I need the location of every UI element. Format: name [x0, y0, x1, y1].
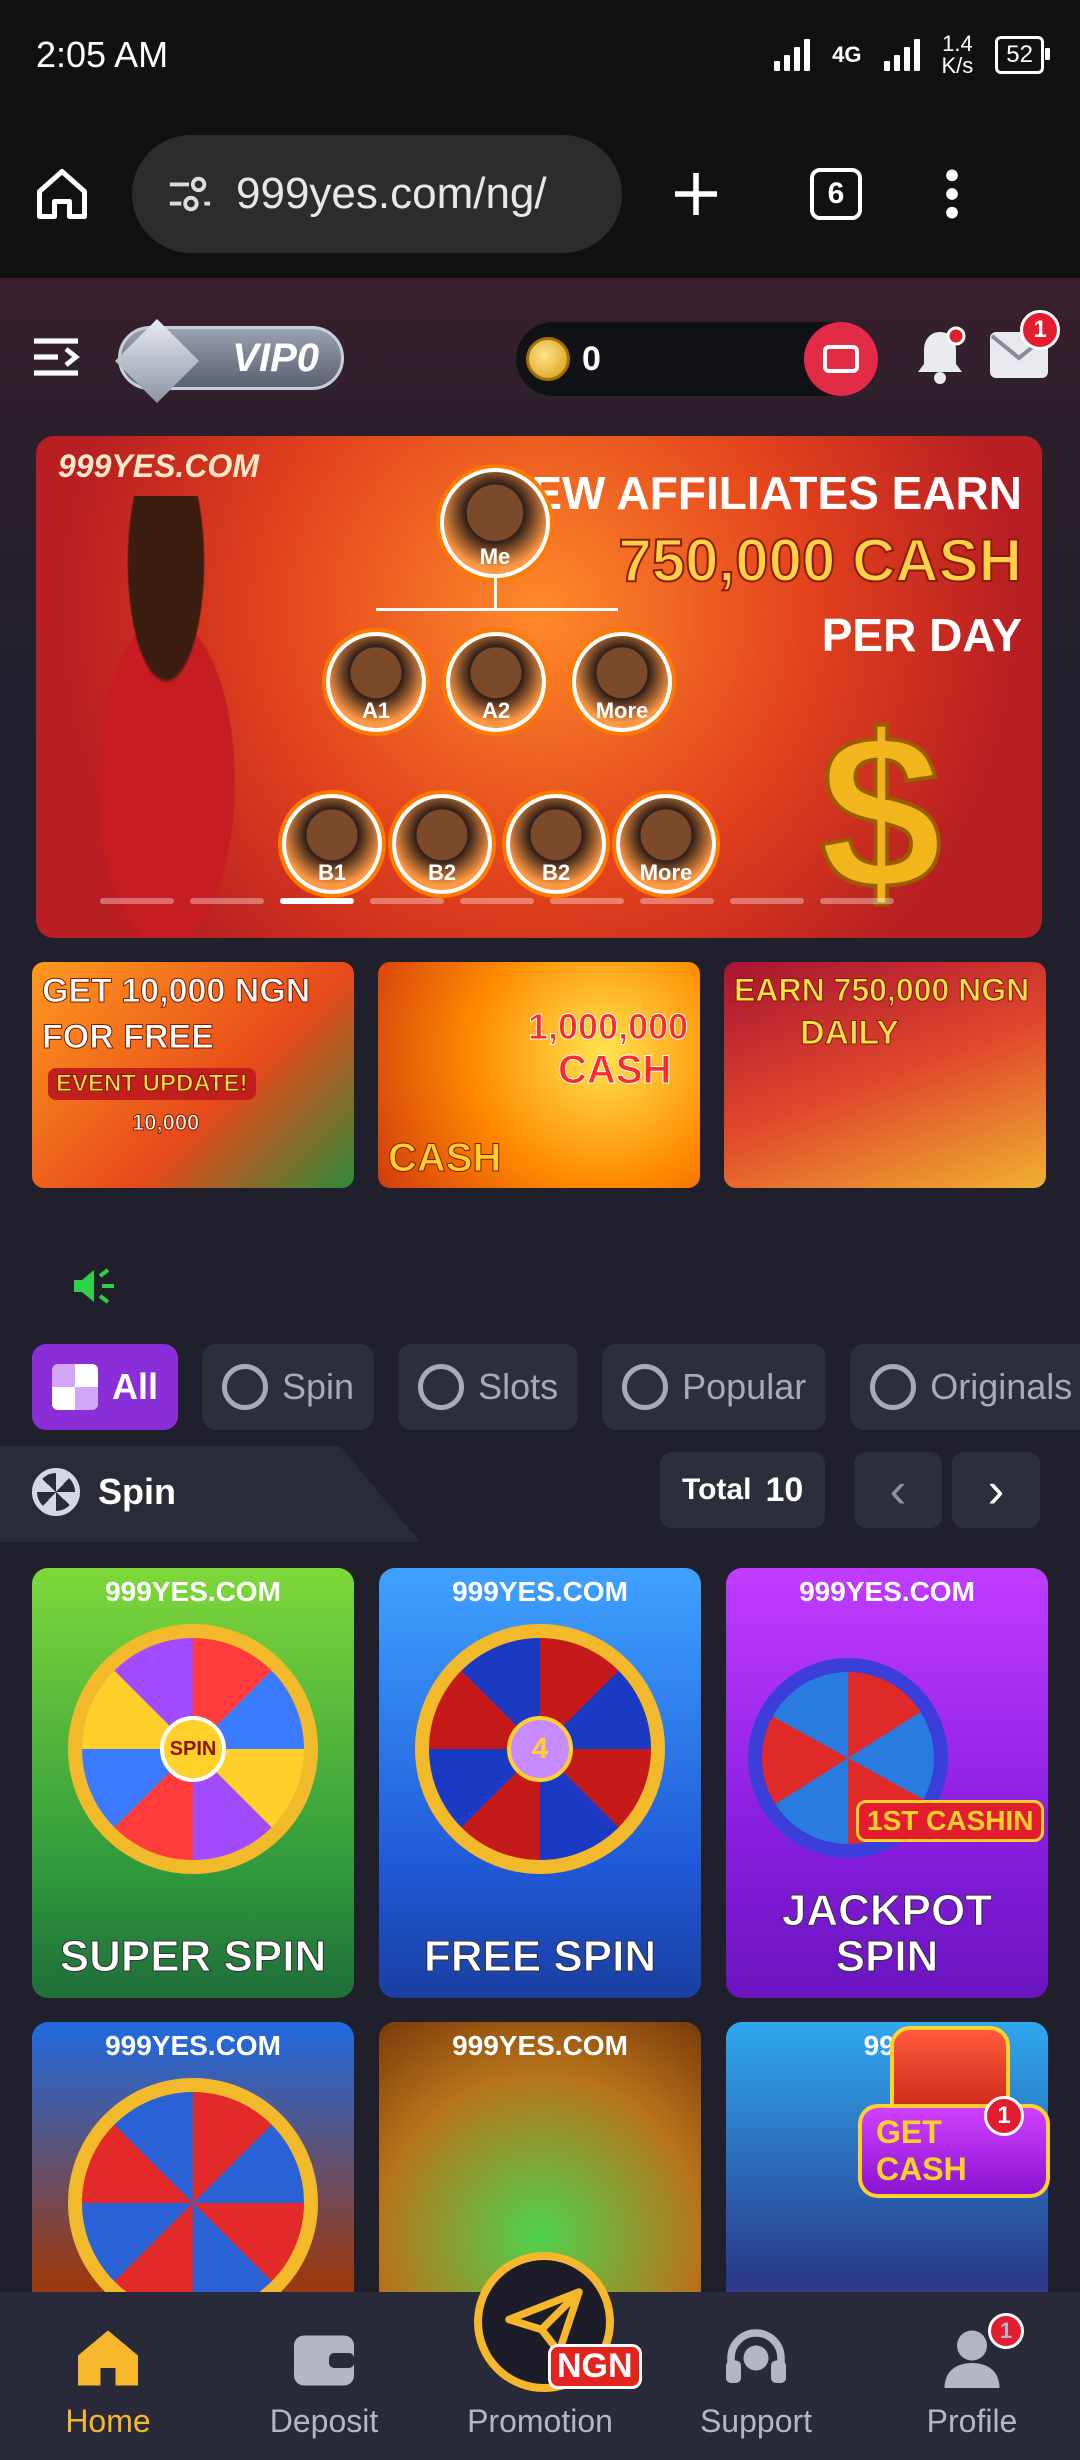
- tab-popular[interactable]: Popular: [602, 1344, 827, 1430]
- wallet-icon: [823, 345, 859, 373]
- carousel-dot[interactable]: [820, 898, 894, 904]
- carousel-dot[interactable]: [460, 898, 534, 904]
- battery-icon: 52: [995, 36, 1050, 74]
- carousel-dot[interactable]: [730, 898, 804, 904]
- carousel-dot[interactable]: [550, 898, 624, 904]
- category-tabs: All Spin Slots Popular Originals: [32, 1344, 1080, 1430]
- top-nav: VIP0 0 1: [30, 310, 1060, 403]
- first-cashin-tag: 1ST CASHIN: [856, 1800, 1045, 1842]
- promo-earn-daily[interactable]: EARN 750,000 NGN DAILY: [724, 962, 1046, 1188]
- status-icons: 4G 1.4 K/s 52: [774, 31, 1050, 78]
- carousel-dot[interactable]: [190, 898, 264, 904]
- more-menu-icon[interactable]: [940, 166, 964, 222]
- ngn-tag: NGN: [548, 2344, 642, 2389]
- home-icon[interactable]: [32, 164, 92, 224]
- cherry-icon: [418, 1364, 465, 1410]
- coin-icon: [526, 337, 570, 381]
- referral-node-b2: B2: [392, 794, 492, 894]
- wheel-icon: 4: [415, 1624, 665, 1874]
- mail-badge: 1: [1020, 310, 1060, 350]
- chevron-left-icon: ‹: [889, 1462, 907, 1518]
- menu-icon[interactable]: [30, 333, 84, 383]
- tree-line: [494, 578, 497, 608]
- tab-switcher-button[interactable]: 6: [810, 168, 862, 220]
- balance-pill[interactable]: 0: [516, 322, 878, 396]
- section-title: Spin: [32, 1468, 176, 1516]
- referral-node-a2: A2: [446, 632, 546, 732]
- site-settings-icon[interactable]: [166, 174, 212, 214]
- grid-icon: [52, 1364, 98, 1410]
- promo-free-ngn[interactable]: GET 10,000 NGN FOR FREE EVENT UPDATE! 10…: [32, 962, 354, 1188]
- bell-icon[interactable]: [912, 326, 968, 386]
- new-tab-icon[interactable]: [668, 166, 724, 222]
- chevron-right-icon: ›: [987, 1462, 1005, 1518]
- network-type: 4G: [832, 42, 862, 67]
- referral-node-b2b: B2: [506, 794, 606, 894]
- game-card-super-spin[interactable]: 999YES.COM SPIN SUPER SPIN: [32, 1568, 354, 1998]
- promo-row: GET 10,000 NGN FOR FREE EVENT UPDATE! 10…: [32, 962, 1046, 1188]
- referral-node-b1: B1: [282, 794, 382, 894]
- wheel-center: SPIN: [160, 1716, 226, 1782]
- carousel-dot[interactable]: [370, 898, 444, 904]
- carousel-dot[interactable]: [100, 898, 174, 904]
- wheel-icon: [32, 1468, 80, 1516]
- next-page-button[interactable]: ›: [952, 1452, 1040, 1528]
- woman-illustration: [46, 496, 286, 936]
- tab-spin[interactable]: Spin: [202, 1344, 375, 1430]
- url-text: 999yes.com/ng/: [236, 169, 547, 218]
- address-bar[interactable]: 999yes.com/ng/: [132, 135, 622, 253]
- hero-line2: 750,000 CASH: [617, 526, 1023, 595]
- star-badge-icon: [622, 1364, 669, 1410]
- balance-amount: 0: [582, 339, 601, 378]
- carousel-dot[interactable]: [280, 898, 354, 904]
- event-update-tag: EVENT UPDATE!: [48, 1068, 256, 1100]
- carousel-indicators: [100, 898, 894, 904]
- clock: 2:05 AM: [36, 34, 169, 75]
- vip-emblem-icon: [115, 319, 199, 403]
- rocket-icon: [870, 1364, 917, 1410]
- total-count: Total 10: [660, 1452, 826, 1528]
- referral-node-a1: A1: [326, 632, 426, 732]
- wheel-icon: [68, 2078, 318, 2328]
- hero-line1: NEW AFFILIATES EARN: [498, 467, 1022, 519]
- profile-badge: 1: [988, 2313, 1024, 2349]
- wheel-icon: SPIN: [68, 1624, 318, 1874]
- vip-badge[interactable]: VIP0: [115, 319, 344, 403]
- referral-node-more: More: [572, 632, 672, 732]
- hero-brand: 999YES.COM: [58, 448, 259, 484]
- headset-icon: [726, 2329, 786, 2383]
- tab-originals[interactable]: Originals: [850, 1344, 1080, 1430]
- home-icon: [78, 2330, 138, 2386]
- status-bar: 2:05 AM 4G 1.4 K/s 52: [0, 0, 1080, 110]
- tab-profile[interactable]: Profile 1: [882, 2313, 1062, 2440]
- tab-home[interactable]: Home: [18, 2325, 198, 2440]
- carousel-dot[interactable]: [640, 898, 714, 904]
- wallet-icon: [294, 2335, 354, 2386]
- game-card-jackpot-spin[interactable]: 999YES.COM 1ST CASHIN JACKPOT SPIN: [726, 1568, 1048, 1998]
- wheel-center: 4: [507, 1716, 573, 1782]
- game-card-free-spin[interactable]: 999YES.COM 4 FREE SPIN: [379, 1568, 701, 1998]
- speaker-icon[interactable]: [70, 1266, 118, 1306]
- tab-all[interactable]: All: [32, 1344, 179, 1430]
- section-header: Spin Total 10 ‹ ›: [0, 1446, 1080, 1542]
- tab-support[interactable]: Support: [666, 2325, 846, 2440]
- hero-line3: PER DAY: [821, 609, 1022, 661]
- hero-banner[interactable]: 999YES.COM NEW AFFILIATES EARN 750,000 C…: [36, 436, 1042, 938]
- tab-deposit[interactable]: Deposit: [234, 2325, 414, 2440]
- tab-slots[interactable]: Slots: [398, 1344, 579, 1430]
- signal-icon: [774, 39, 811, 71]
- signal-2-icon: [883, 39, 920, 71]
- prev-page-button[interactable]: ‹: [854, 1452, 942, 1528]
- tree-line: [376, 608, 618, 611]
- speed-readout: 1.4 K/s: [941, 31, 974, 78]
- referral-node-more-2: More: [616, 794, 716, 894]
- wheel-icon: [222, 1364, 269, 1410]
- wallet-button[interactable]: [804, 322, 878, 396]
- promo-cash-reward[interactable]: 1,000,000 CASH CASH REWARD: [378, 962, 700, 1188]
- get-cash-float-button[interactable]: GET CASH 1: [850, 2016, 1050, 2216]
- referral-node-me: Me: [440, 468, 550, 578]
- get-cash-badge: 1: [984, 2096, 1024, 2136]
- browser-toolbar: 999yes.com/ng/ 6: [0, 110, 1080, 278]
